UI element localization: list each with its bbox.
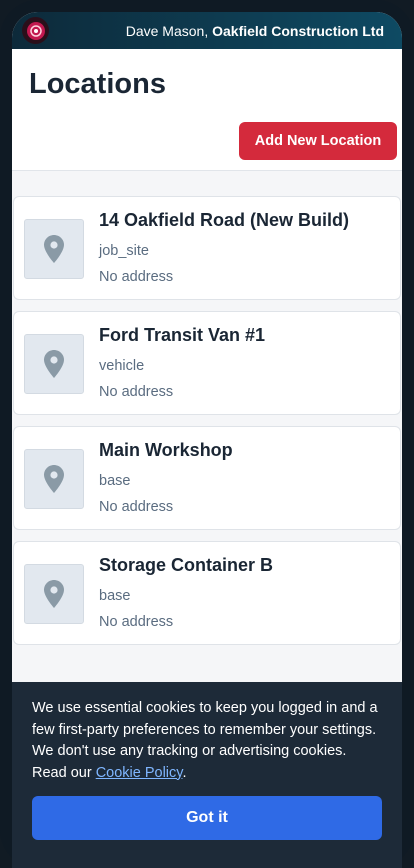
location-type: base [99, 473, 131, 489]
cookie-policy-link[interactable]: Cookie Policy [96, 765, 183, 781]
location-thumbnail [24, 564, 84, 624]
app-logo-icon[interactable] [22, 17, 49, 44]
company-name: Oakfield Construction Ltd [212, 22, 384, 39]
map-pin-icon [44, 580, 64, 608]
page-title: Locations [29, 68, 166, 100]
cookie-banner: We use essential cookies to keep you log… [12, 682, 402, 868]
location-thumbnail [24, 334, 84, 394]
location-card[interactable]: Storage Container B base No address [13, 541, 401, 645]
location-address: No address [99, 499, 174, 515]
map-pin-icon [44, 235, 64, 263]
cookie-text: We use essential cookies to keep you log… [32, 700, 378, 781]
map-pin-icon [44, 465, 64, 493]
location-address: No address [99, 269, 174, 285]
location-card[interactable]: Ford Transit Van #1 vehicle No address [13, 311, 401, 415]
location-address: No address [99, 614, 174, 630]
location-name: Storage Container B [99, 555, 274, 575]
location-type: vehicle [99, 358, 145, 374]
add-new-location-button[interactable]: Add New Location [239, 122, 397, 160]
top-bar: Dave Mason, Oakfield Construction Ltd [12, 12, 402, 49]
location-name: Ford Transit Van #1 [99, 325, 266, 345]
location-type: base [99, 588, 131, 604]
location-name: Main Workshop [99, 440, 233, 460]
got-it-button[interactable]: Got it [32, 796, 382, 840]
location-thumbnail [24, 219, 84, 279]
location-type: job_site [99, 243, 149, 259]
cookie-text-end: . [182, 764, 187, 781]
location-card[interactable]: 14 Oakfield Road (New Build) job_site No… [13, 196, 401, 300]
user-company-label[interactable]: Dave Mason, Oakfield Construction Ltd [126, 23, 384, 39]
page-header: Locations Add New Location [12, 49, 402, 171]
map-pin-icon [44, 350, 64, 378]
location-name: 14 Oakfield Road (New Build) [99, 210, 350, 230]
location-thumbnail [24, 449, 84, 509]
location-address: No address [99, 384, 174, 400]
user-name: Dave Mason, [125, 22, 209, 39]
location-card[interactable]: Main Workshop base No address [13, 426, 401, 530]
cookie-message: We use essential cookies to keep you log… [32, 698, 382, 784]
